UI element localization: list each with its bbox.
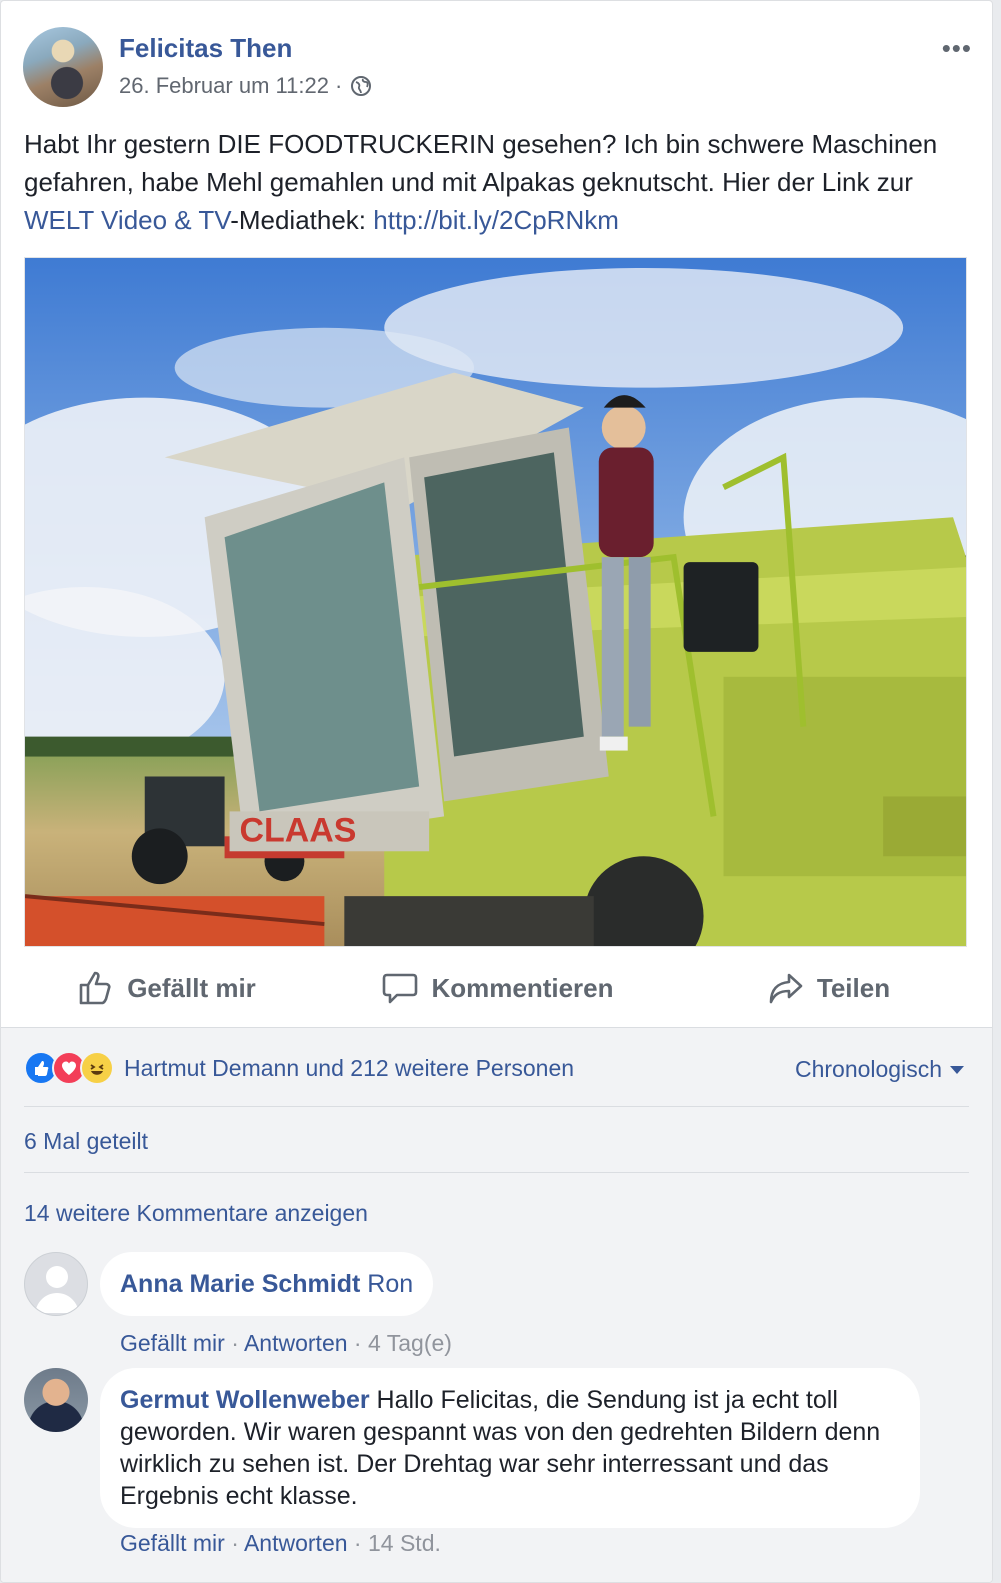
- comment-reply-link[interactable]: Antworten: [244, 1330, 348, 1356]
- share-button-label: Teilen: [816, 972, 891, 1003]
- comment-button[interactable]: Kommentieren: [332, 951, 663, 1025]
- comment-button-label: Kommentieren: [431, 972, 614, 1003]
- divider: [24, 1106, 969, 1107]
- speech-bubble-icon: [383, 973, 418, 1004]
- comment-item: Anna Marie Schmidt Ron Gefällt mir · Ant…: [24, 1252, 969, 1362]
- commenter-avatar[interactable]: [24, 1368, 88, 1432]
- author-avatar[interactable]: [23, 27, 103, 107]
- caret-down-icon: [950, 1065, 964, 1074]
- commenter-name[interactable]: Germut Wollenweber: [120, 1386, 370, 1414]
- comment-bubble: Anna Marie Schmidt Ron: [100, 1252, 434, 1316]
- post-text: Habt Ihr gestern DIE FOODTRUCKERIN geseh…: [24, 125, 974, 239]
- comment-like-link[interactable]: Gefällt mir: [120, 1530, 225, 1556]
- comment-actions: Gefällt mir · Antworten · 4 Tag(e): [120, 1330, 452, 1357]
- comment-time[interactable]: 4 Tag(e): [368, 1330, 452, 1356]
- welt-link[interactable]: WELT Video & TV: [24, 205, 230, 235]
- comment-text[interactable]: Ron: [360, 1270, 413, 1298]
- post-meta: 26. Februar um 11:22 ·: [119, 73, 372, 99]
- sort-label: Chronologisch: [794, 1056, 942, 1082]
- shares-count[interactable]: 6 Mal geteilt: [24, 1128, 148, 1155]
- separator-dot: ·: [231, 1530, 244, 1556]
- comment-bubble: Germut Wollenweber Hallo Felicitas, die …: [100, 1368, 920, 1528]
- comment-item: Germut Wollenweber Hallo Felicitas, die …: [24, 1368, 969, 1568]
- post-actions: Gefällt mir Kommentieren Teilen: [1, 951, 992, 1025]
- post-card: Felicitas Then 26. Februar um 11:22 · ••…: [0, 0, 993, 1583]
- like-button[interactable]: Gefällt mir: [1, 951, 332, 1025]
- haha-reaction-icon: [80, 1051, 114, 1085]
- share-arrow-icon: [769, 973, 803, 1004]
- separator-dot: ·: [231, 1330, 244, 1356]
- author-name[interactable]: Felicitas Then: [119, 33, 292, 64]
- post-text-part: Habt Ihr gestern DIE FOODTRUCKERIN geseh…: [24, 129, 938, 197]
- post-header: Felicitas Then 26. Februar um 11:22 · ••…: [23, 27, 972, 107]
- post-timestamp[interactable]: 26. Februar um 11:22 ·: [119, 73, 342, 99]
- feedback-section: Hartmut Demann und 212 weitere Personen …: [1, 1027, 992, 1582]
- divider: [24, 1172, 969, 1173]
- globe-icon[interactable]: [350, 75, 372, 97]
- short-url-link[interactable]: http://bit.ly/2CpRNkm: [373, 205, 619, 235]
- share-button[interactable]: Teilen: [663, 951, 992, 1025]
- post-text-part: -Mediathek:: [230, 205, 374, 235]
- sort-dropdown[interactable]: Chronologisch: [795, 1056, 964, 1083]
- more-options-button[interactable]: •••: [942, 33, 972, 64]
- view-more-comments-link[interactable]: 14 weitere Kommentare anzeigen: [24, 1200, 368, 1227]
- comment-actions: Gefällt mir · Antworten · 14 Std.: [120, 1530, 441, 1557]
- post-photo[interactable]: CLAAS: [24, 257, 967, 947]
- commenter-name[interactable]: Anna Marie Schmidt: [120, 1270, 360, 1298]
- commenter-avatar[interactable]: [24, 1252, 88, 1316]
- reaction-icons: [24, 1051, 114, 1085]
- reactions-summary[interactable]: Hartmut Demann und 212 weitere Personen: [124, 1055, 574, 1082]
- claas-lettering: CLAAS: [240, 811, 357, 849]
- thumbs-up-icon: [79, 971, 111, 1005]
- separator-dot: ·: [353, 1530, 368, 1556]
- separator-dot: ·: [353, 1330, 368, 1356]
- like-button-label: Gefällt mir: [127, 972, 256, 1003]
- comment-time[interactable]: 14 Std.: [368, 1530, 441, 1556]
- comment-reply-link[interactable]: Antworten: [244, 1530, 348, 1556]
- comment-like-link[interactable]: Gefällt mir: [120, 1330, 225, 1356]
